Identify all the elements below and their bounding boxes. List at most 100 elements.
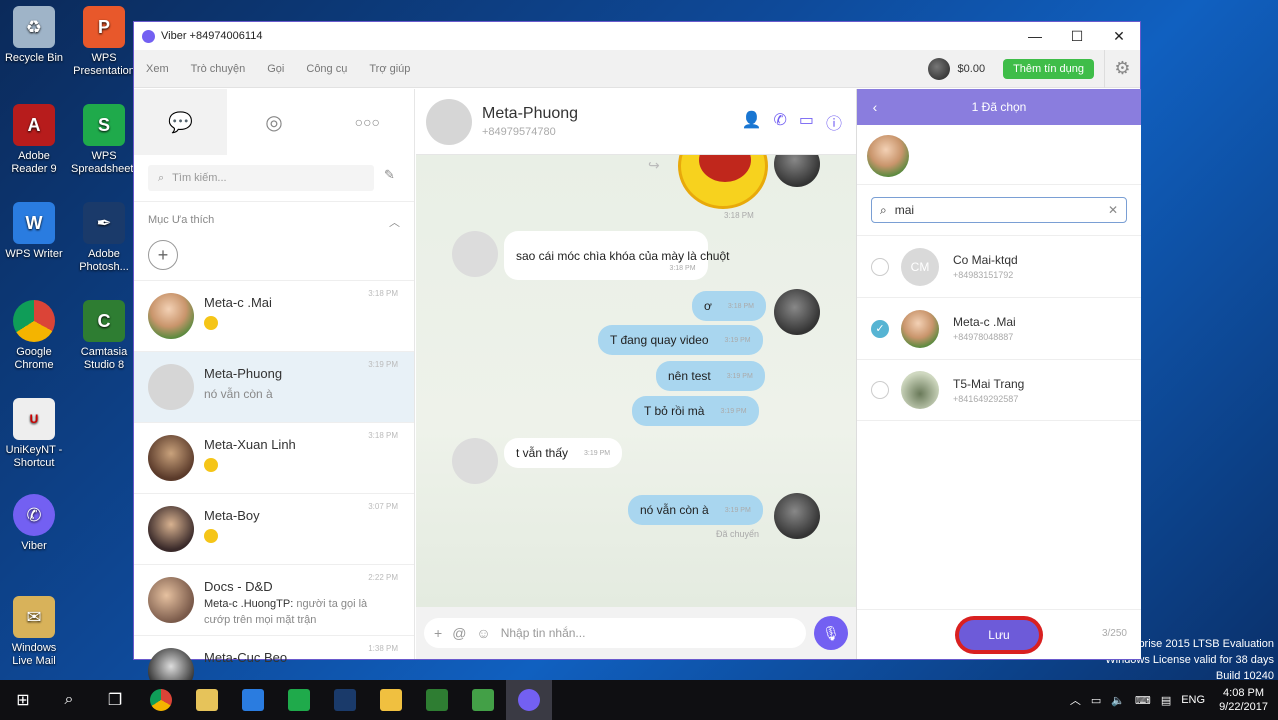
- add-favorite-button[interactable]: +: [148, 240, 178, 270]
- language-indicator[interactable]: ENG: [1181, 694, 1205, 706]
- avatar[interactable]: [426, 98, 472, 145]
- microphone-icon[interactable]: 🎙: [814, 616, 848, 650]
- taskbar-viber[interactable]: [506, 680, 552, 720]
- camtasia-icon: [426, 689, 448, 711]
- sticker-icon[interactable]: ☺: [476, 625, 490, 641]
- message-list: ↪ 3:18 PM sao cái móc chìa khóa của mày …: [416, 155, 856, 607]
- save-button[interactable]: Lưu: [959, 620, 1039, 650]
- desktop-icon-adobe-reader[interactable]: A Adobe Reader 9: [1, 104, 67, 176]
- maximize-button[interactable]: ☐: [1056, 28, 1098, 45]
- taskbar-wps-spreadsheets[interactable]: [276, 680, 322, 720]
- message-bubble-out[interactable]: ơ 3:18 PM: [692, 291, 766, 321]
- desktop-icon-wps-spreadsheets[interactable]: S WPS Spreadsheets: [71, 104, 139, 176]
- selected-avatar[interactable]: [867, 135, 909, 177]
- menu-view[interactable]: Xem: [146, 63, 169, 75]
- message-bubble-out[interactable]: nó vẫn còn à 3:19 PM: [628, 495, 763, 525]
- battery-icon[interactable]: ▭: [1091, 694, 1101, 707]
- taskbar-app[interactable]: [184, 680, 230, 720]
- menu-bar: Xem Trò chuyện Gọi Công cụ Trợ giúp $0.0…: [134, 49, 1140, 88]
- menu-tools[interactable]: Công cụ: [306, 63, 347, 75]
- desktop-icon-camtasia[interactable]: C Camtasia Studio 8: [71, 300, 137, 372]
- share-arrow-icon[interactable]: ↪: [648, 157, 660, 174]
- forward-result-item[interactable]: CM Co Mai-ktqd +84983151792: [857, 235, 1141, 297]
- select-radio[interactable]: [871, 381, 889, 399]
- keyboard-icon[interactable]: ⌨: [1135, 694, 1151, 707]
- gear-icon[interactable]: ⚙: [1104, 49, 1140, 88]
- tab-more[interactable]: ○○○: [321, 89, 414, 155]
- add-credit-button[interactable]: Thêm tín dụng: [1003, 58, 1094, 79]
- avatar: [901, 309, 939, 348]
- taskbar-file-explorer[interactable]: [368, 680, 414, 720]
- message-bubble-out[interactable]: T bỏ rồi mà 3:19 PM: [632, 396, 759, 426]
- contact-item[interactable]: Meta-Xuan Linh 3:18 PM: [134, 422, 414, 493]
- desktop-icon-viber[interactable]: ✆ Viber: [1, 494, 67, 553]
- contact-item[interactable]: Meta-Cuc Beo 1:38 PM: [134, 635, 414, 694]
- message-bubble-in[interactable]: t vẫn thấy 3:19 PM: [504, 438, 623, 468]
- video-call-icon[interactable]: ▭: [799, 110, 814, 134]
- mention-icon[interactable]: @: [452, 625, 466, 641]
- tab-public[interactable]: ◎: [227, 89, 320, 155]
- check-icon[interactable]: ✓: [871, 319, 889, 338]
- phone-icon[interactable]: ✆: [773, 110, 786, 134]
- unikey-icon: U: [13, 398, 55, 440]
- wps-presentation-icon: P: [83, 6, 125, 48]
- taskbar-wps-writer[interactable]: [230, 680, 276, 720]
- volume-icon[interactable]: 🔈: [1111, 694, 1125, 707]
- menu-help[interactable]: Trợ giúp: [369, 63, 410, 75]
- message-bubble-in[interactable]: sao cái móc chìa khóa của mày là chuột 3…: [504, 231, 729, 280]
- select-radio[interactable]: [871, 257, 889, 276]
- app-icon: [196, 689, 218, 711]
- laughing-emoji-icon: [204, 529, 218, 543]
- forward-search-input[interactable]: ⌕ mai ✕: [871, 197, 1127, 223]
- desktop-icon-recycle-bin[interactable]: ♻ Recycle Bin: [1, 6, 67, 65]
- contact-avatar: [452, 438, 498, 484]
- desktop-icon-google-chrome[interactable]: Google Chrome: [1, 300, 67, 372]
- windows-start-icon[interactable]: ⊞: [0, 680, 46, 720]
- chevron-up-icon[interactable]: ︿: [1070, 692, 1081, 708]
- back-arrow-icon[interactable]: ‹: [857, 99, 893, 115]
- contact-item-selected[interactable]: Meta-Phuong nó vẫn còn à 3:19 PM: [134, 351, 414, 422]
- menu-conversation[interactable]: Trò chuyện: [191, 63, 246, 75]
- wps-writer-icon: [242, 689, 264, 711]
- chat-contact-phone: +84979574780: [482, 126, 556, 138]
- forward-footer: Lưu 3/250: [857, 609, 1141, 659]
- desktop-icon-adobe-photoshop[interactable]: ✒ Adobe Photosh...: [71, 202, 137, 274]
- forward-result-item[interactable]: ✓ Meta-c .Mai +84978048887: [857, 297, 1141, 359]
- chat-panel: Meta-Phuong +84979574780 👤 ✆ ▭ ⓘ ↪ 3:18 …: [416, 89, 856, 659]
- task-view-icon[interactable]: ❐: [92, 680, 138, 720]
- message-bubble-out[interactable]: nên test 3:19 PM: [656, 361, 765, 391]
- contact-item[interactable]: Meta-c .Mai 3:18 PM: [134, 280, 414, 351]
- compose-icon[interactable]: ✎: [384, 167, 395, 183]
- desktop-icon-unikey[interactable]: U UniKeyNT - Shortcut: [1, 398, 67, 470]
- title-bar: Viber +84974006114 — ☐ ✕: [134, 22, 1140, 50]
- clock[interactable]: 4:08 PM 9/22/2017: [1219, 686, 1268, 714]
- forward-result-item[interactable]: T5-Mai Trang +841649292587: [857, 359, 1141, 421]
- wps-writer-icon: W: [13, 202, 55, 244]
- plus-icon[interactable]: +: [434, 625, 442, 641]
- taskbar-camtasia-recorder[interactable]: [414, 680, 460, 720]
- info-icon[interactable]: ⓘ: [826, 110, 842, 134]
- close-button[interactable]: ✕: [1098, 28, 1140, 45]
- add-participant-icon[interactable]: 👤: [742, 110, 762, 134]
- clear-search-icon[interactable]: ✕: [1108, 203, 1118, 217]
- tab-chats[interactable]: 💬: [134, 89, 228, 155]
- taskbar-chrome[interactable]: [138, 680, 184, 720]
- search-input[interactable]: ⌕ Tìm kiếm...: [148, 165, 374, 191]
- desktop-icon-windows-live-mail[interactable]: ✉ Windows Live Mail: [1, 596, 67, 668]
- menu-call[interactable]: Gọi: [267, 63, 284, 75]
- chevron-up-icon[interactable]: ︿: [389, 214, 400, 230]
- mail-icon: ✉: [13, 596, 55, 638]
- contact-item[interactable]: Docs - D&D Meta-c .HuongTP: người ta gọi…: [134, 564, 414, 635]
- contact-item[interactable]: Meta-Boy 3:07 PM: [134, 493, 414, 564]
- profile-avatar[interactable]: [927, 57, 950, 80]
- minimize-button[interactable]: —: [1014, 28, 1056, 45]
- message-bubble-out[interactable]: T đang quay video 3:19 PM: [598, 325, 763, 355]
- message-input[interactable]: + @ ☺ Nhập tin nhắn...: [424, 618, 806, 648]
- notification-icon[interactable]: ▤: [1161, 694, 1171, 707]
- wps-spreadsheets-icon: [288, 689, 310, 711]
- search-icon[interactable]: ⌕: [46, 680, 92, 720]
- taskbar-photoshop[interactable]: [322, 680, 368, 720]
- taskbar-camtasia[interactable]: [460, 680, 506, 720]
- desktop-icon-wps-writer[interactable]: W WPS Writer: [1, 202, 67, 261]
- desktop-icon-wps-presentation[interactable]: P WPS Presentation: [71, 6, 137, 78]
